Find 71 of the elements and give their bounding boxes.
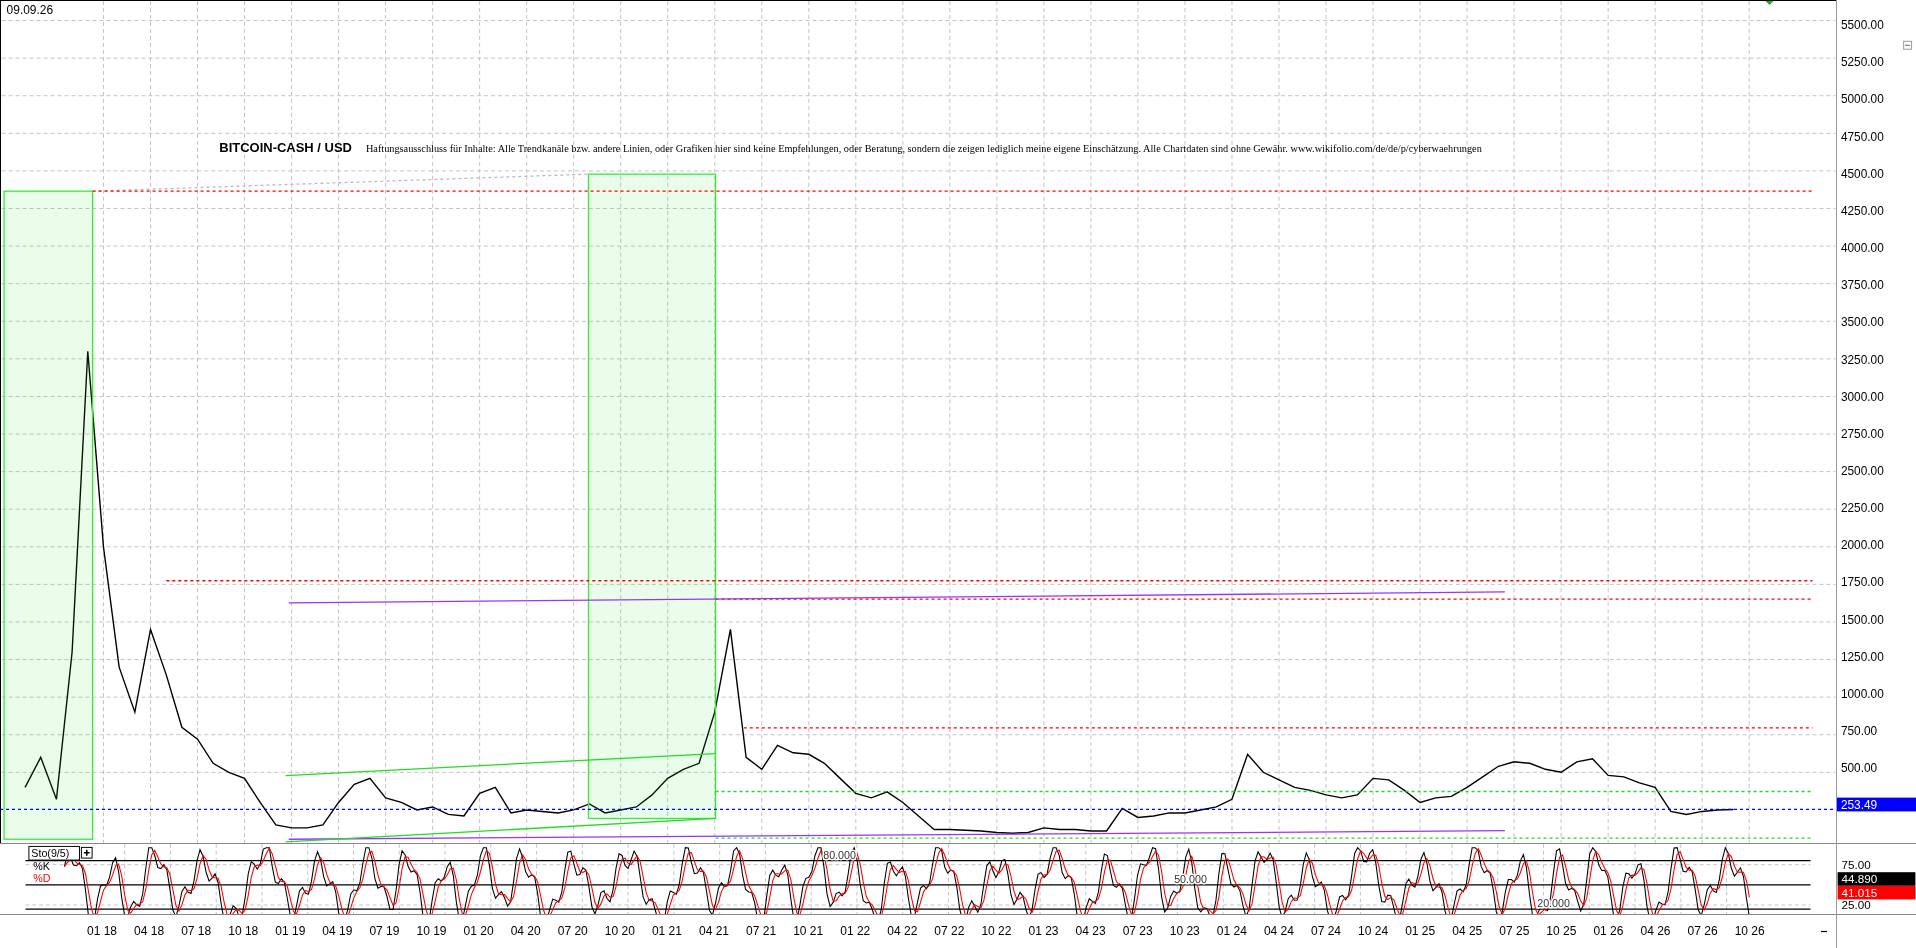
axis-tick-label: 10 20 xyxy=(604,924,635,938)
axis-tick-label: 04 21 xyxy=(699,924,729,938)
axis-tick-label: 07 18 xyxy=(181,924,212,938)
axis-tick-label: 04 18 xyxy=(134,924,165,938)
collapse-icon[interactable] xyxy=(1903,40,1913,50)
axis-tick-label: 1500.00 xyxy=(1840,612,1884,627)
axis-tick-label: 04 23 xyxy=(1075,924,1106,938)
axis-tick-label: 10 26 xyxy=(1734,924,1765,938)
axis-tick-label: 01 19 xyxy=(275,924,306,938)
axis-tick-label: 04 22 xyxy=(887,924,918,938)
axis-tick-label: 3500.00 xyxy=(1840,315,1884,330)
axis-tick-label: 07 24 xyxy=(1311,924,1341,938)
axis-tick-label: 04 20 xyxy=(510,924,541,938)
axis-tick-label: 3250.00 xyxy=(1840,352,1884,367)
axis-tick-label: 10 19 xyxy=(416,924,447,938)
axis-tick-label: 01 20 xyxy=(463,924,494,938)
axis-tick-label: 07 23 xyxy=(1122,924,1153,938)
axis-tick-label: 2000.00 xyxy=(1840,538,1884,553)
axis-tick-label: 3750.00 xyxy=(1840,278,1884,293)
axis-tick-label: 01 18 xyxy=(87,924,117,938)
axis-tick-label: 07 22 xyxy=(934,924,965,938)
axis-tick-label: 04 25 xyxy=(1452,924,1483,938)
axis-tick-label: 04 19 xyxy=(322,924,353,938)
axis-tick-label: 4250.00 xyxy=(1840,203,1884,218)
minus-icon[interactable] xyxy=(1820,930,1828,933)
axis-tick-label: 500.00 xyxy=(1840,761,1878,776)
axis-tick-label: 07 20 xyxy=(557,924,588,938)
axis-tick-label: 10 18 xyxy=(228,924,259,938)
axis-tick-label: 5500.00 xyxy=(1840,18,1884,33)
add-icon[interactable] xyxy=(80,846,93,859)
axis-tick-label: 04 24 xyxy=(1263,924,1294,938)
axis-tick-label: 3000.00 xyxy=(1840,389,1884,404)
axis-tick-label: 01 23 xyxy=(1028,924,1059,938)
indicator-label: Sto(9/5) xyxy=(28,845,80,861)
axis-tick-label: 07 25 xyxy=(1499,924,1530,938)
axis-tick-label: 5000.00 xyxy=(1840,92,1884,107)
axis-tick-label: 01 21 xyxy=(651,924,682,938)
axis-tick-label: 2750.00 xyxy=(1840,426,1884,441)
axis-tick-label: 5250.00 xyxy=(1840,55,1884,70)
axis-tick-label: 04 26 xyxy=(1640,924,1671,938)
legend-label: %D xyxy=(33,871,51,884)
disclaimer-text: Haftungsausschluss für Inhalte: Alle Trendkanäle bzw. andere Linien, oder Grafiken hier sind keine Empfehlungen, oder Beratung, sondern die zeigen lediglich meine eigene Einschätzung. Alle Chartdaten sind ohne Gewähr. www.wikifolio.com/de/de/p/cyberwaehrungen xyxy=(365,141,1556,154)
legend-label: %K xyxy=(33,860,50,873)
axis-tick-label: 4000.00 xyxy=(1840,241,1884,255)
axis-tick-label: 07 26 xyxy=(1687,924,1718,938)
axis-tick-label: 2250.00 xyxy=(1840,501,1884,516)
axis-tick-label: 01 24 xyxy=(1216,924,1247,938)
axis-tick-label: 01 25 xyxy=(1405,924,1436,938)
triangle-marker-icon xyxy=(1765,1,1774,5)
axis-tick-label: 750.00 xyxy=(1840,724,1878,739)
axis-tick-label: 4750.00 xyxy=(1840,129,1884,144)
axis-tick-label: 1750.00 xyxy=(1840,575,1884,590)
axis-tick-label: 10 25 xyxy=(1546,924,1577,938)
indicator-reading: 44.890 xyxy=(1837,872,1916,886)
axis-tick-label: 1000.00 xyxy=(1840,687,1884,701)
axis-tick-label: 10 22 xyxy=(981,924,1012,938)
axis-tick-label: 4500.00 xyxy=(1840,166,1884,181)
chart-title: BITCOIN-CASH / USD xyxy=(219,139,352,155)
axis-tick-label: 07 21 xyxy=(746,924,777,938)
current-price-tag: 253.49 xyxy=(1837,797,1916,812)
axis-tick-label: 10 21 xyxy=(793,924,824,938)
axis-tick-label: 75.00 xyxy=(1841,858,1871,872)
date-label: 09.09.26 xyxy=(6,3,54,17)
axis-tick-label: 10 24 xyxy=(1358,924,1389,938)
axis-tick-label: 25.00 xyxy=(1841,897,1871,911)
axis-tick-label: 07 19 xyxy=(369,924,400,938)
axis-tick-label: 1250.00 xyxy=(1840,649,1884,664)
axis-tick-label: 01 22 xyxy=(840,924,871,938)
axis-tick-label: 2500.00 xyxy=(1840,464,1884,478)
axis-tick-label: 10 23 xyxy=(1169,924,1200,938)
axis-tick-label: 01 26 xyxy=(1593,924,1624,938)
